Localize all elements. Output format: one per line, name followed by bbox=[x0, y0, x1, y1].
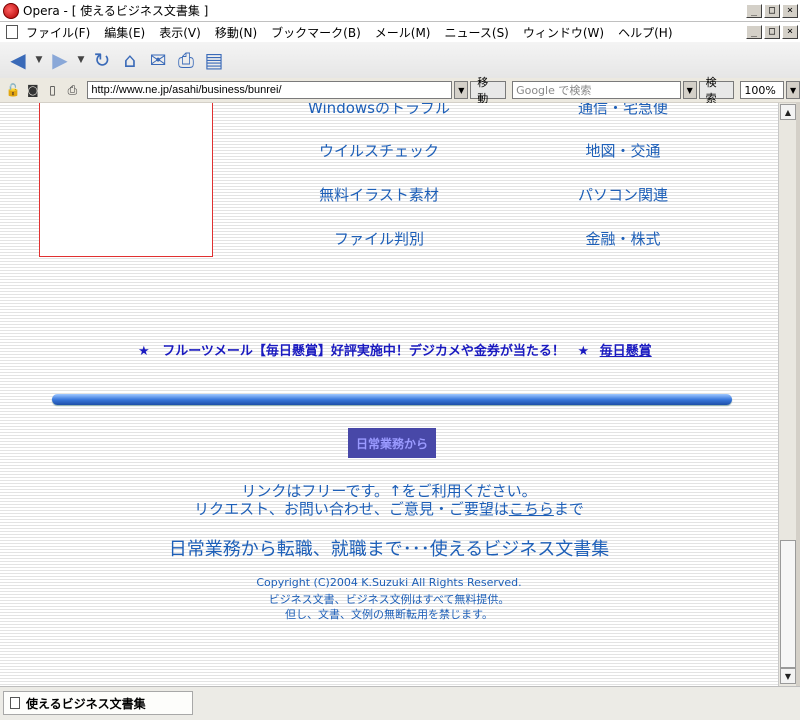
vertical-scrollbar[interactable]: ▲ ▼ bbox=[778, 103, 796, 686]
doc-close-button[interactable]: × bbox=[782, 25, 798, 39]
menu-bookmarks[interactable]: ブックマーク(B) bbox=[271, 24, 361, 41]
menu-navigation[interactable]: 移動(N) bbox=[215, 24, 257, 41]
doc-restore-button[interactable]: □ bbox=[764, 25, 780, 39]
zoom-select[interactable]: 100% bbox=[740, 81, 785, 99]
divider-bar bbox=[52, 394, 732, 405]
menu-edit[interactable]: 編集(E) bbox=[104, 24, 145, 41]
menu-file[interactable]: ファイル(F) bbox=[26, 24, 90, 41]
menu-window[interactable]: ウィンドウ(W) bbox=[523, 24, 604, 41]
window-right-edge bbox=[796, 103, 800, 686]
document-icon bbox=[6, 25, 18, 39]
search-button[interactable]: 検索 bbox=[698, 76, 735, 105]
minimize-button[interactable]: _ bbox=[746, 3, 762, 18]
forward-history-icon[interactable]: ▼ bbox=[76, 48, 86, 72]
contact-suffix: まで bbox=[553, 500, 584, 518]
security-icon[interactable]: 🔓 bbox=[4, 81, 22, 99]
page-icon[interactable]: ▤ bbox=[202, 48, 226, 72]
bookmarks-icon[interactable]: ✉ bbox=[146, 48, 170, 72]
link-free-illustrations[interactable]: 無料イラスト素材 bbox=[319, 184, 439, 205]
navigation-toolbar: ◀ ▼ ▶ ▼ ↻ ⌂ ✉ ⎙ ▤ bbox=[0, 42, 800, 78]
link-maps-transport[interactable]: 地図・交通 bbox=[585, 140, 660, 161]
scroll-thumb[interactable] bbox=[780, 540, 796, 668]
home-icon[interactable]: ⌂ bbox=[118, 48, 142, 72]
reuse-prohibition: 但し、文書、文例の無断転用を禁じます。 bbox=[285, 608, 493, 621]
go-button[interactable]: 移動 bbox=[470, 76, 507, 105]
site-tagline: 日常業務から転職、就職まで･･･使えるビジネス文書集 bbox=[168, 539, 610, 560]
menu-news[interactable]: ニュース(S) bbox=[444, 24, 508, 41]
link-file-identification[interactable]: ファイル判別 bbox=[334, 228, 424, 249]
maximize-button[interactable]: □ bbox=[764, 3, 780, 18]
status-bar: 使えるビジネス文書集 bbox=[0, 686, 800, 720]
title-bar: Opera - [ 使えるビジネス文書集 ] _ □ × bbox=[0, 0, 800, 22]
back-history-icon[interactable]: ▼ bbox=[34, 48, 44, 72]
page-tab-title: 使えるビジネス文書集 bbox=[26, 696, 146, 711]
promo-banner: ★ フルーツメール【毎日懸賞】好評実施中！デジカメや金券が当たる！ ★ 毎日懸賞 bbox=[138, 340, 652, 359]
document-window-controls: _ □ × bbox=[746, 25, 798, 39]
contact-prefix: リクエスト、お問い合わせ、ご意見・ご要望は bbox=[194, 500, 509, 518]
search-input[interactable]: Google で検索 bbox=[512, 81, 681, 99]
link-virus-check[interactable]: ウイルスチェック bbox=[319, 140, 439, 161]
window-title: Opera - [ 使えるビジネス文書集 ] bbox=[23, 4, 209, 18]
menu-help[interactable]: ヘルプ(H) bbox=[618, 24, 672, 41]
ad-frame: ·· ·· ·· bbox=[39, 103, 213, 257]
contact-link[interactable]: こちら bbox=[509, 500, 554, 518]
new-page-icon[interactable]: ▯ bbox=[44, 81, 62, 99]
opera-logo-icon bbox=[3, 2, 19, 19]
reload-icon[interactable]: ↻ bbox=[90, 48, 114, 72]
back-icon[interactable]: ◀ bbox=[6, 48, 30, 72]
link-pc-related[interactable]: パソコン関連 bbox=[578, 184, 668, 205]
camera-icon[interactable]: ◙ bbox=[24, 81, 42, 99]
link-communications-delivery[interactable]: 通信・宅急便 bbox=[578, 103, 668, 118]
promo-link[interactable]: フルーツメール【毎日懸賞】好評実施中！デジカメや金券が当たる！ bbox=[162, 344, 565, 359]
link-windows-trouble[interactable]: Windowsのトラブル bbox=[308, 103, 450, 118]
scroll-down-icon[interactable]: ▼ bbox=[780, 668, 796, 684]
ad-frame-mark: ·· ·· ·· bbox=[46, 103, 88, 109]
copyright: Copyright (C)2004 K.Suzuki All Rights Re… bbox=[256, 576, 522, 589]
star-icon: ★ bbox=[138, 344, 150, 359]
page-tab-icon bbox=[10, 697, 20, 709]
contact-line: リクエスト、お問い合わせ、ご意見・ご要望はこちらまで bbox=[0, 498, 778, 519]
forward-icon[interactable]: ▶ bbox=[48, 48, 72, 72]
close-button[interactable]: × bbox=[782, 3, 798, 18]
menu-view[interactable]: 表示(V) bbox=[159, 24, 201, 41]
scroll-up-icon[interactable]: ▲ bbox=[780, 104, 796, 120]
print-icon[interactable]: ⎙ bbox=[174, 48, 198, 72]
page-tab[interactable]: 使えるビジネス文書集 bbox=[3, 691, 193, 715]
link-finance-stocks[interactable]: 金融・株式 bbox=[585, 228, 660, 249]
menu-bar: ファイル(F) 編集(E) 表示(V) 移動(N) ブックマーク(B) メール(… bbox=[0, 22, 800, 42]
printer-icon[interactable]: ⎙ bbox=[64, 81, 82, 99]
promo-prize-link[interactable]: 毎日懸賞 bbox=[600, 344, 652, 359]
url-input[interactable]: http://www.ne.jp/asahi/business/bunrei/ bbox=[87, 81, 453, 99]
site-logo-button[interactable]: 日常業務から bbox=[348, 428, 436, 458]
window-controls: _ □ × bbox=[746, 3, 798, 18]
doc-minimize-button[interactable]: _ bbox=[746, 25, 762, 39]
url-dropdown-icon[interactable]: ▼ bbox=[454, 81, 469, 99]
search-engine-dropdown-icon[interactable]: ▼ bbox=[682, 81, 697, 99]
free-notice: ビジネス文書、ビジネス文例はすべて無料提供。 bbox=[268, 593, 510, 606]
page-content: ·· ·· ·· Windowsのトラブル ウイルスチェック 無料イラスト素材 … bbox=[0, 103, 778, 686]
star-icon: ★ bbox=[577, 344, 590, 359]
address-bar: 🔓 ◙ ▯ ⎙ http://www.ne.jp/asahi/business/… bbox=[0, 76, 800, 105]
zoom-dropdown-icon[interactable]: ▼ bbox=[786, 81, 800, 99]
menu-mail[interactable]: メール(M) bbox=[375, 24, 431, 41]
